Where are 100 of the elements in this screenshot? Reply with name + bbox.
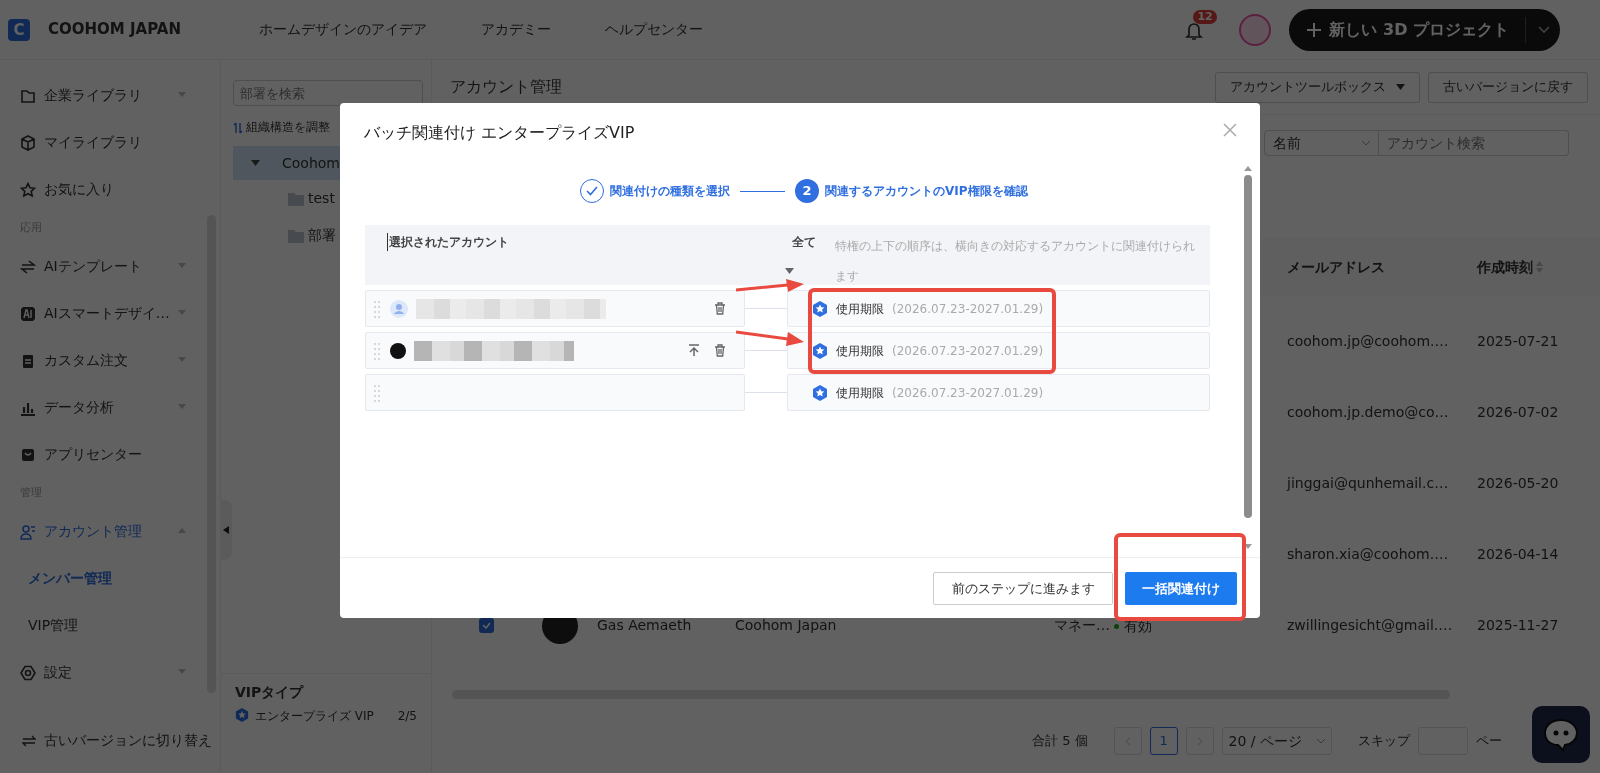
select-all-label[interactable]: 全て <box>792 233 816 251</box>
star-icon <box>20 181 36 198</box>
caret-icon <box>178 263 186 268</box>
total-count: 合計 5 個 <box>1032 732 1088 751</box>
caret-icon <box>178 404 186 409</box>
caret-icon <box>178 357 186 362</box>
drag-handle-icon[interactable] <box>374 299 380 318</box>
sidebar-item[interactable]: マイライブラリ <box>0 119 220 166</box>
row-checkbox[interactable] <box>479 618 494 633</box>
vip-badge-icon <box>235 707 249 722</box>
column-header: 選択されたアカウント <box>387 233 509 251</box>
swap-icon <box>22 734 36 747</box>
nav-link[interactable]: ホームデザインのアイデア <box>258 19 427 40</box>
caret-icon <box>178 528 186 533</box>
brand-name: COOHOM JAPAN <box>48 19 181 41</box>
chevron-icon <box>1362 140 1370 146</box>
sort-icon <box>1536 261 1543 273</box>
trash-icon[interactable] <box>714 302 726 315</box>
step-number: 2 <box>795 179 819 203</box>
folder-icon <box>288 191 304 206</box>
previous-page-button[interactable] <box>1113 727 1142 755</box>
table-cell-text: coohom.jp@coohom.… <box>1287 332 1450 351</box>
expand-caret-icon <box>251 160 260 166</box>
privilege-label: 使用期限 <box>836 384 884 402</box>
notification-count: 12 <box>1193 9 1217 24</box>
annotation-arrow <box>736 279 806 293</box>
dropdown-icon[interactable] <box>785 268 794 274</box>
cube-icon <box>20 134 36 151</box>
chevron-icon <box>1316 738 1325 744</box>
privilege-label: 使用期限 <box>836 342 884 360</box>
table-cell-text: 2025-11-27 <box>1477 616 1560 635</box>
ai-icon <box>20 305 36 322</box>
table-cell: Coohom Japan <box>735 617 837 633</box>
caret-icon <box>178 669 186 674</box>
collapse-icon <box>223 526 229 534</box>
vip-type-title: VIPタイプ <box>235 683 305 702</box>
annotation-arrow <box>736 329 806 349</box>
old-version-button[interactable]: 古いバージョンに戻す <box>1428 71 1588 103</box>
table-cell-text: coohom.jp.demo@co… <box>1287 403 1450 422</box>
table-cell-text: jinggai@qunhemail.c… <box>1287 474 1450 493</box>
caret-icon <box>178 92 186 97</box>
logo: C <box>8 18 30 41</box>
page-button[interactable]: 1 <box>1149 727 1178 755</box>
table-cell-text: 2026-07-02 <box>1477 403 1560 422</box>
caret-icon <box>178 310 186 315</box>
step-label: 関連付けの種類を選択 <box>610 183 730 200</box>
sidebar-item[interactable]: お気に入り <box>0 166 220 213</box>
table-cell-text: 2026-04-14 <box>1477 545 1560 564</box>
sidebar-item[interactable]: 企業ライブラリ <box>0 72 220 119</box>
column-header: メールアドレス <box>1287 257 1386 277</box>
jump-label: スキップ <box>1357 732 1410 751</box>
previous-step-button[interactable]: 前のステップに進みます <box>933 572 1113 605</box>
folder-icon <box>288 228 304 243</box>
sort-icon <box>233 121 243 134</box>
vip-badge-icon <box>812 342 828 359</box>
chat-bubble-icon <box>1543 717 1579 752</box>
person-icon <box>20 523 36 540</box>
page-size-select[interactable]: 20 / ページ <box>1221 727 1332 755</box>
vip-badge-icon <box>812 300 828 317</box>
nav-link[interactable]: アカデミー <box>480 19 551 40</box>
switch-version-link[interactable]: 古いバージョンに切り替え <box>22 730 212 751</box>
hint-text: 特権の上下の順序は、横向きの対応するアカウントに関連付けられます <box>835 238 1196 285</box>
drag-handle-icon[interactable] <box>374 341 380 360</box>
tree-node[interactable]: test <box>233 180 419 217</box>
move-to-top-icon[interactable] <box>688 344 700 357</box>
avatar[interactable] <box>1239 13 1272 46</box>
table-cell: Gas Aemaeth <box>597 617 692 633</box>
chevron-left-icon <box>1124 736 1131 746</box>
validity-period: (2026.07.23-2027.01.29) <box>892 384 1044 402</box>
vip-badge-icon <box>812 384 828 401</box>
vip-type-label: エンタープライズ VIP <box>255 707 375 725</box>
trash-icon[interactable] <box>714 344 726 357</box>
caret-icon <box>1396 84 1405 90</box>
jump-suffix: ペー <box>1475 732 1502 751</box>
chat-button[interactable] <box>1532 706 1590 763</box>
search-field-select[interactable]: 名前 <box>1264 130 1379 156</box>
table-cell-text: 2025-07-21 <box>1477 332 1560 351</box>
chevron-right-icon <box>1196 736 1203 746</box>
toolbox-button[interactable]: アカウントツールボックス <box>1215 71 1420 103</box>
table-cell: マネー… <box>1054 617 1110 633</box>
notification-bell-icon[interactable] <box>1185 20 1204 41</box>
drag-handle-icon[interactable] <box>374 383 380 402</box>
page-title: アカウント管理 <box>450 76 562 98</box>
settings-icon <box>20 664 36 681</box>
folder-icon <box>20 87 36 104</box>
vip-count: 2/5 <box>397 708 417 725</box>
caret-icon <box>1538 25 1550 34</box>
new-project-button[interactable]: 新しい 3D プロジェクト <box>1289 8 1560 51</box>
table-cell-text: zwillingesicht@gmail.… <box>1287 616 1454 635</box>
validity-period: (2026.07.23-2027.01.29) <box>892 342 1044 360</box>
dialog-title: バッチ関連付け エンタープライズVIP <box>364 122 635 144</box>
column-header[interactable]: 作成時刻 <box>1477 256 1600 278</box>
next-page-button[interactable] <box>1185 727 1214 755</box>
privilege-label: 使用期限 <box>836 300 884 318</box>
checkmark-icon <box>482 622 491 629</box>
nav-link[interactable]: ヘルプセンター <box>604 19 703 40</box>
table-cell-text: sharon.xia@coohom.… <box>1287 545 1450 564</box>
step-label: 関連するアカウントのVIP権限を確認 <box>825 183 1028 200</box>
validity-period: (2026.07.23-2027.01.29) <box>892 300 1044 318</box>
batch-associate-button[interactable]: 一括関連付け <box>1125 572 1237 605</box>
